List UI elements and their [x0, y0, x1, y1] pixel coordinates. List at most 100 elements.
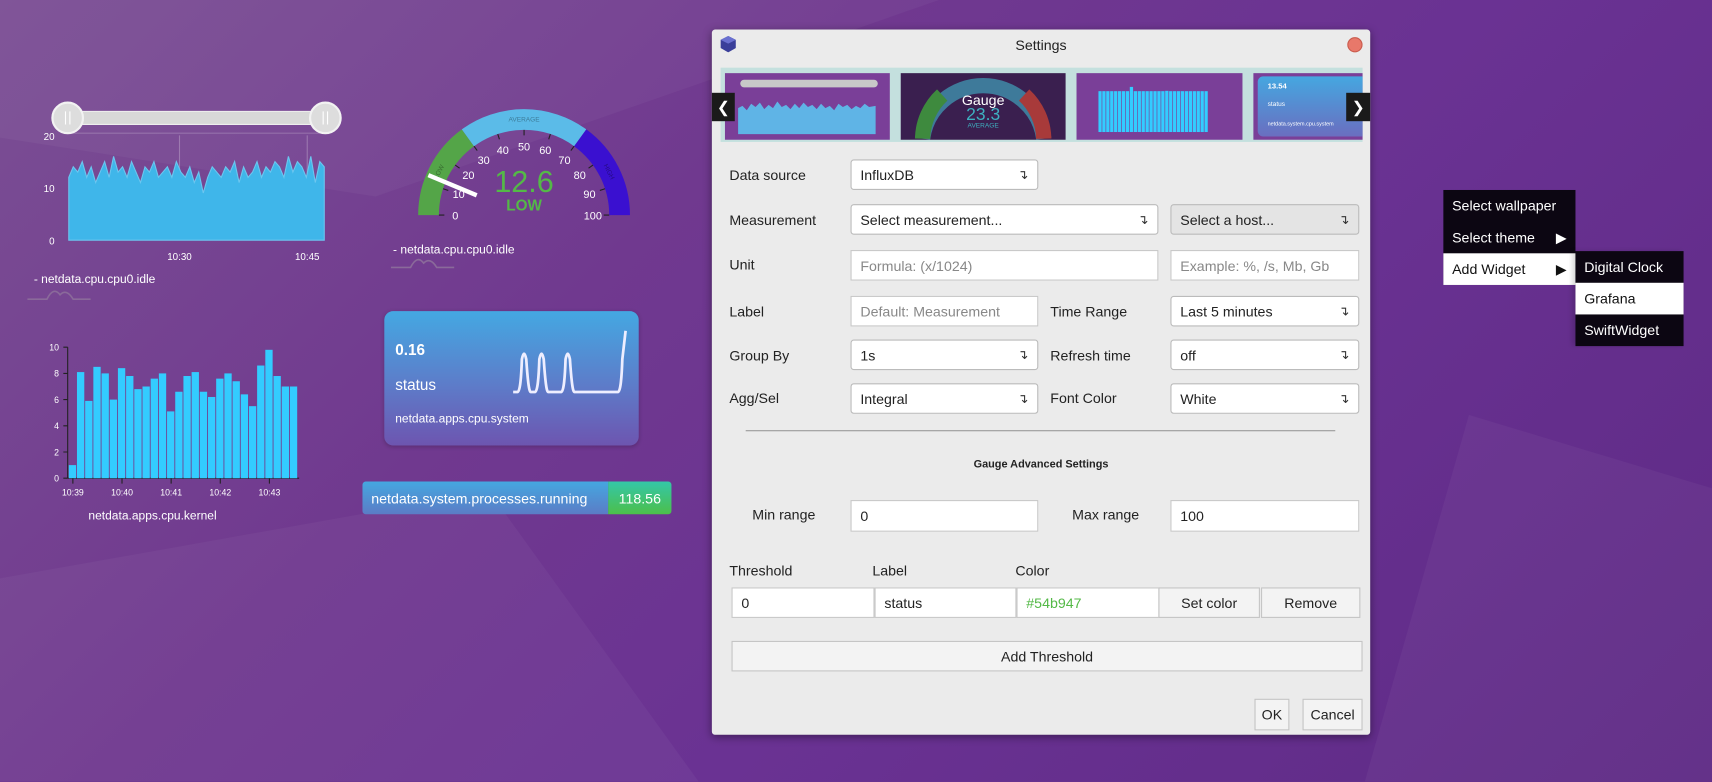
refresh-time-label: Refresh time: [1050, 347, 1131, 364]
submenu-item-digital-clock[interactable]: Digital Clock: [1575, 251, 1683, 283]
agg-sel-value: Integral: [860, 390, 908, 407]
bar: [281, 386, 289, 479]
remove-threshold-button[interactable]: Remove: [1261, 587, 1361, 618]
cancel-button[interactable]: Cancel: [1302, 698, 1363, 731]
range-slider-track: [67, 110, 326, 126]
group-by-select[interactable]: 1s ↴: [850, 339, 1039, 371]
y-tick-label: 10: [49, 342, 59, 352]
bar: [183, 376, 191, 479]
bar-chart-widget: 0 2 4 6 8 10 10:39 10:40 10:41 10:42 10:43: [49, 342, 300, 498]
menu-item-add-widget[interactable]: Add Widget ▶: [1443, 253, 1576, 285]
bar-chart-title: netdata.apps.cpu.kernel: [88, 509, 217, 523]
min-range-input[interactable]: 0: [850, 500, 1039, 532]
thumb-status-name: netdata.system.cpu.system: [1267, 121, 1334, 128]
carousel-next-button[interactable]: ❯: [1346, 92, 1371, 122]
x-tick-label: 10:43: [258, 488, 280, 498]
set-color-button[interactable]: Set color: [1158, 587, 1260, 618]
thumb-bar: [1165, 90, 1169, 133]
gauge-tick-label: 40: [497, 145, 509, 157]
group-by-label: Group By: [729, 347, 790, 364]
thumb-bar: [1121, 91, 1126, 133]
bar: [126, 376, 134, 479]
time-range-select[interactable]: Last 5 minutes ↴: [1170, 295, 1360, 327]
close-button[interactable]: [1347, 37, 1363, 53]
data-source-label: Data source: [729, 167, 806, 184]
thumbnail-bar-chart[interactable]: [1076, 73, 1243, 140]
threshold-label-input[interactable]: status: [874, 587, 1017, 618]
bar: [167, 411, 175, 479]
menu-item-select-wallpaper[interactable]: Select wallpaper: [1443, 190, 1575, 222]
thumb-status-value: 13.54: [1267, 82, 1287, 91]
submenu-item-swiftwidget[interactable]: SwiftWidget: [1575, 314, 1683, 346]
thumb-bar: [1176, 91, 1181, 133]
thumb-bar: [1125, 91, 1130, 133]
bar: [248, 406, 257, 479]
measurement-select[interactable]: Select measurement... ↴: [850, 204, 1159, 235]
gauge-value: 12.6: [494, 165, 553, 199]
threshold-color-header: Color: [1015, 562, 1050, 579]
y-tick-label: 6: [54, 395, 59, 405]
carousel-prev-button[interactable]: ❮: [711, 92, 735, 122]
area-chart-legend: - netdata.cpu.cpu0.idle: [33, 272, 156, 287]
y-tick-label: 20: [44, 132, 55, 143]
thumbnail-gauge[interactable]: Gauge 23.3 AVERAGE: [900, 73, 1066, 140]
gauge-tick-label: 30: [478, 155, 490, 167]
gauge-tick-label: 70: [558, 155, 570, 167]
status-label: status: [395, 375, 437, 394]
menu-item-label: Select wallpaper: [1452, 197, 1557, 214]
threshold-value-input[interactable]: 0: [731, 587, 875, 618]
label-label: Label: [729, 303, 765, 320]
time-range-label: Time Range: [1050, 303, 1128, 320]
y-tick-label: 2: [54, 447, 59, 457]
submenu-item-grafana[interactable]: Grafana: [1575, 282, 1684, 315]
status-name: netdata.apps.cpu.system: [395, 412, 529, 426]
font-color-select[interactable]: White ↴: [1170, 383, 1360, 414]
thumb-bar: [1161, 91, 1165, 133]
bar: [175, 391, 183, 479]
thumb-bar: [1192, 91, 1196, 133]
thumb-bar: [1106, 91, 1110, 133]
sparkline-icon: [390, 258, 455, 269]
add-threshold-button[interactable]: Add Threshold: [731, 640, 1363, 672]
range-slider-handle: [51, 101, 85, 135]
advanced-settings-title: Gauge Advanced Settings: [973, 458, 1109, 471]
data-source-select[interactable]: InfluxDB ↴: [850, 159, 1039, 190]
thumb-bar: [1137, 91, 1141, 133]
dialog-title: Settings: [1015, 37, 1067, 54]
x-tick-label: 10:45: [295, 252, 320, 263]
thumb-bar: [1200, 91, 1204, 133]
refresh-time-select[interactable]: off ↴: [1170, 339, 1360, 371]
dropdown-arrow-icon: ↴: [1338, 390, 1350, 407]
x-tick-label: 10:39: [62, 488, 84, 498]
context-menu: Select wallpaper Select theme ▶ Add Widge…: [1443, 189, 1576, 285]
unit-input[interactable]: Example: %, /s, Mb, Gb: [1170, 250, 1360, 281]
gauge-tick: [599, 188, 606, 191]
label-input[interactable]: Default: Measurement: [850, 295, 1039, 327]
title-bar[interactable]: Settings: [712, 29, 1370, 62]
area-chart-widget: 0 10 20 10:30 10:45: [44, 101, 342, 263]
dropdown-arrow-icon: ↴: [1017, 390, 1029, 407]
threshold-color-input[interactable]: #54b947: [1016, 587, 1160, 618]
gauge-tick: [570, 145, 575, 151]
y-tick-label: 8: [54, 369, 59, 379]
gauge-tick-label: 50: [518, 142, 530, 154]
time-range-value: Last 5 minutes: [1180, 302, 1273, 320]
dropdown-arrow-icon: ↴: [1338, 211, 1350, 228]
x-tick-label: 10:41: [160, 488, 182, 498]
bar: [232, 381, 240, 479]
bar: [150, 378, 158, 479]
dropdown-arrow-icon: ↴: [1017, 347, 1029, 363]
dropdown-arrow-icon: ↴: [1137, 211, 1149, 228]
bar: [158, 373, 167, 479]
desktop[interactable]: 0 10 20 10:30 10:45 - netdata.cpu.cpu0.idle …: [0, 0, 1712, 782]
menu-item-select-theme[interactable]: Select theme ▶: [1443, 222, 1575, 254]
host-select[interactable]: Select a host... ↴: [1170, 204, 1360, 235]
wallpaper-shape: [1364, 414, 1712, 782]
unit-formula-input[interactable]: Formula: (x/1024): [850, 250, 1159, 281]
agg-sel-select[interactable]: Integral ↴: [850, 383, 1039, 414]
unit-label: Unit: [729, 256, 755, 273]
thumbnail-area-chart[interactable]: [724, 73, 890, 140]
ok-button[interactable]: OK: [1254, 698, 1290, 731]
max-range-input[interactable]: 100: [1170, 500, 1360, 532]
font-color-label: Font Color: [1050, 389, 1117, 407]
